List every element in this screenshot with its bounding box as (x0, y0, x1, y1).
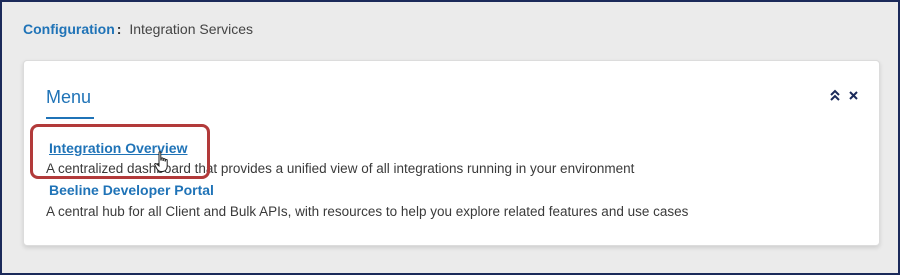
app-frame: Configuration: Integration Services Menu… (0, 0, 900, 275)
integration-overview-description: A centralized dashboard that provides a … (46, 161, 635, 176)
breadcrumb: Configuration: Integration Services (23, 21, 253, 37)
double-chevron-up-icon[interactable] (829, 89, 841, 101)
close-icon[interactable] (847, 89, 859, 101)
integration-overview-link[interactable]: Integration Overview (49, 140, 187, 156)
beeline-developer-portal-description: A central hub for all Client and Bulk AP… (46, 204, 689, 219)
breadcrumb-current: Integration Services (129, 21, 254, 37)
card-controls (829, 89, 859, 101)
breadcrumb-separator: : (116, 21, 122, 37)
menu-title-underline (46, 117, 94, 119)
menu-card: Menu Integration Overview A centralized … (23, 60, 880, 246)
beeline-developer-portal-link[interactable]: Beeline Developer Portal (49, 182, 214, 198)
menu-card-title: Menu (46, 87, 92, 107)
breadcrumb-configuration-link[interactable]: Configuration (23, 21, 115, 37)
